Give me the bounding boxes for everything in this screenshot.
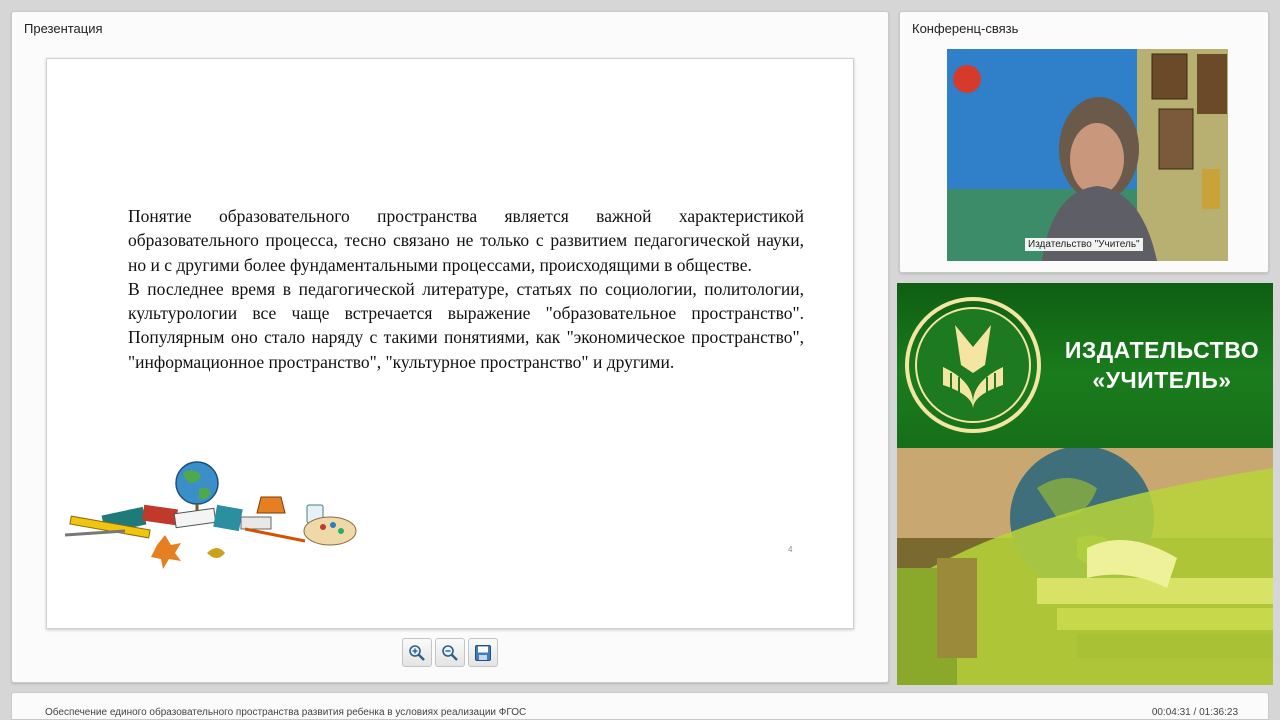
slide-paragraph-1: Понятие образовательного пространства яв…	[128, 206, 804, 275]
publisher-name-line1: ИЗДАТЕЛЬСТВО	[1064, 337, 1260, 363]
uchitel-logo-icon	[905, 297, 1041, 433]
zoom-out-button[interactable]	[435, 638, 465, 667]
publisher-name-line2: «УЧИТЕЛЬ»	[1092, 367, 1232, 393]
conference-panel: Конференц-связь Издательство "Учитель"	[899, 11, 1269, 273]
webinar-title: Обеспечение единого образовательного про…	[45, 707, 527, 718]
slide-text: Понятие образовательного пространства яв…	[128, 204, 804, 374]
webcam-frame	[947, 49, 1228, 261]
slide-toolbar	[402, 638, 498, 668]
publisher-name: ИЗДАТЕЛЬСТВО «УЧИТЕЛЬ»	[1057, 335, 1267, 395]
zoom-in-icon	[409, 644, 425, 661]
publisher-banner: ИЗДАТЕЛЬСТВО «УЧИТЕЛЬ»	[897, 283, 1273, 685]
save-button[interactable]	[468, 638, 498, 667]
webcam-video: Издательство "Учитель"	[947, 49, 1228, 261]
presentation-panel-title: Презентация	[24, 21, 103, 36]
presentation-panel: Презентация Понятие образовательного про…	[11, 11, 889, 683]
slide-page-number: 4	[788, 545, 793, 554]
video-participant-label: Издательство "Учитель"	[1025, 238, 1143, 251]
zoom-out-icon	[442, 644, 458, 661]
conference-panel-title: Конференц-связь	[912, 21, 1019, 36]
books-globe-banner-image	[897, 448, 1273, 685]
playback-time: 00:04:31 / 01:36:23	[1151, 707, 1238, 718]
footer-bar: Обеспечение единого образовательного про…	[11, 692, 1269, 720]
save-icon	[475, 644, 491, 661]
school-supplies-illustration	[65, 461, 357, 569]
slide-paragraph-2: В последнее время в педагогической литер…	[128, 278, 804, 372]
publisher-banner-top: ИЗДАТЕЛЬСТВО «УЧИТЕЛЬ»	[897, 283, 1273, 448]
presentation-slide: Понятие образовательного пространства яв…	[46, 58, 854, 629]
zoom-in-button[interactable]	[402, 638, 432, 667]
